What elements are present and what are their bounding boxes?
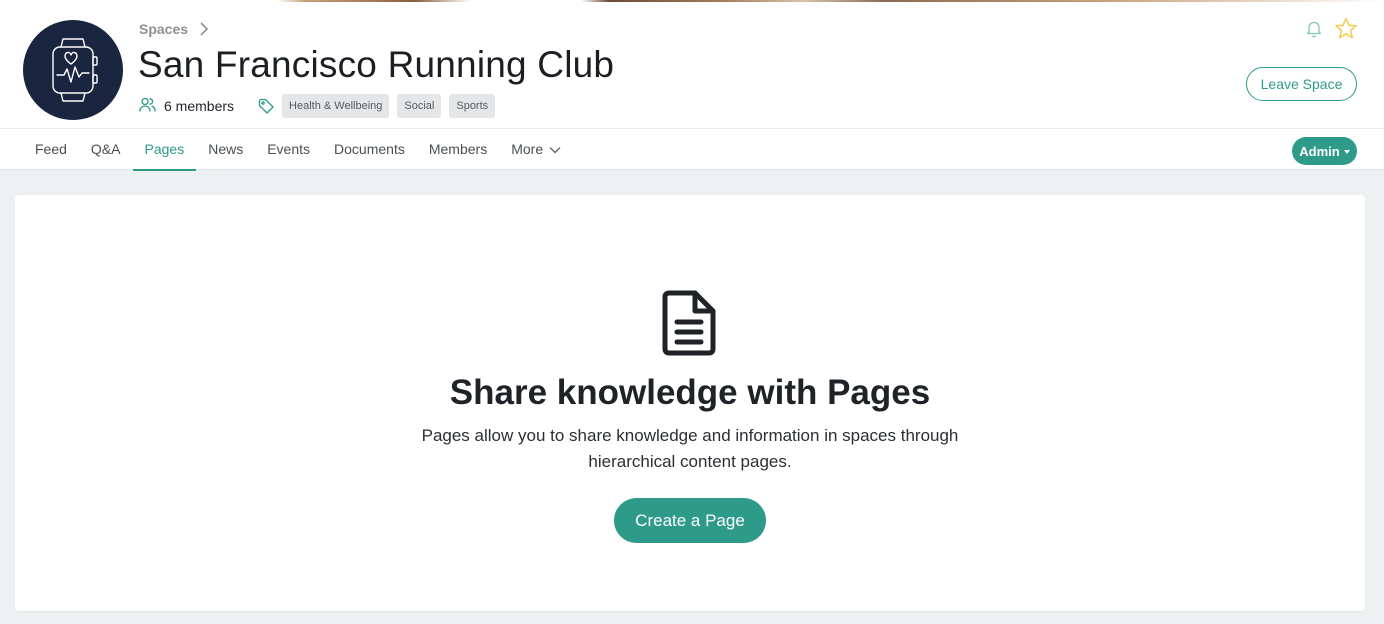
members-count[interactable]: 6 members [139,97,234,115]
space-title: San Francisco Running Club [138,44,615,85]
tab-members[interactable]: Members [417,129,499,170]
tab-qa[interactable]: Q&A [79,129,133,170]
smartwatch-heart-icon [52,38,98,102]
chevron-right-icon [200,22,209,36]
breadcrumb-spaces-link[interactable]: Spaces [139,21,188,37]
tab-more-label: More [511,141,544,157]
admin-dropdown-button[interactable]: Admin [1292,137,1357,165]
caret-down-icon [1343,149,1350,154]
tab-events[interactable]: Events [255,129,322,170]
bell-icon[interactable] [1306,20,1322,43]
space-avatar [23,20,123,120]
tag-icon [258,98,274,114]
users-icon [139,97,156,115]
create-page-button[interactable]: Create a Page [614,498,766,543]
leave-space-button[interactable]: Leave Space [1246,67,1357,101]
header-actions [1306,17,1358,45]
star-icon[interactable] [1334,17,1358,45]
tab-news[interactable]: News [196,129,255,170]
tab-pages[interactable]: Pages [132,129,197,171]
space-nav: Feed Q&A Pages News Events Documents Mem… [0,128,1384,171]
tab-feed[interactable]: Feed [23,129,79,170]
chevron-down-icon [549,129,561,170]
tab-more[interactable]: More [499,129,573,170]
breadcrumb: Spaces [139,21,209,37]
document-icon [661,289,719,362]
tag-sports[interactable]: Sports [449,94,496,118]
pages-empty-state-card: Share knowledge with Pages Pages allow y… [15,195,1365,611]
admin-button-label: Admin [1299,143,1340,159]
space-meta: 6 members Health & Wellbeing Social Spor… [139,94,503,118]
tab-documents[interactable]: Documents [322,129,417,170]
space-nav-tabs: Feed Q&A Pages News Events Documents Mem… [23,129,573,171]
tag-health-wellbeing[interactable]: Health & Wellbeing [282,94,390,118]
empty-state-description: Pages allow you to share knowledge and i… [421,426,959,471]
members-count-label: 6 members [164,98,235,114]
tag-social[interactable]: Social [397,94,442,118]
empty-state-title: Share knowledge with Pages [449,373,931,412]
